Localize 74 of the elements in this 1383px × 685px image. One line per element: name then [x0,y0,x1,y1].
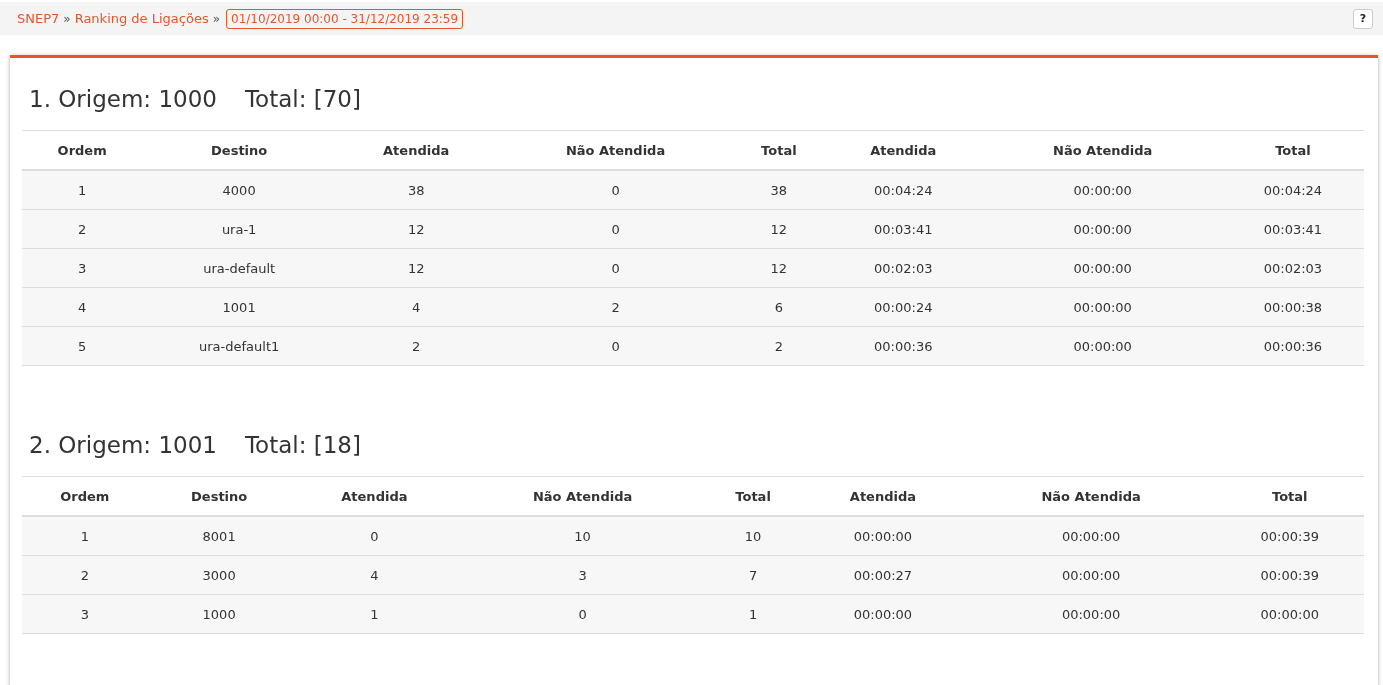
table-cell: 7 [707,555,800,595]
table-cell: ura-default [142,248,336,288]
table-cell: 00:00:00 [983,287,1222,327]
table-cell: 00:04:24 [823,170,984,210]
table-cell: 00:00:00 [983,170,1222,210]
table-cell: 1000 [147,594,291,634]
table-cell: 0 [496,248,735,288]
table-cell: 00:03:41 [1221,209,1364,249]
table-cell: 5 [22,326,143,366]
date-range-badge: 01/10/2019 00:00 - 31/12/2019 23:59 [226,8,464,29]
breadcrumb-separator: » [63,11,71,26]
table-cell: 0 [290,516,459,556]
table-cell: 00:02:03 [823,248,984,288]
table-cell: 00:00:00 [983,209,1222,249]
table-cell: 1 [290,594,459,634]
table-cell: ura-default1 [142,326,336,366]
table-cell: 00:04:24 [1221,170,1364,210]
table-cell: 1 [22,516,148,556]
table-cell: 12 [335,209,497,249]
breadcrumb-link[interactable]: SNEP7 [17,11,60,26]
table-cell: 00:00:00 [983,326,1222,366]
section-title: 1. Origem: 1000 [29,86,217,112]
table-cell: 10 [707,516,800,556]
table-cell: 00:00:39 [1215,555,1364,595]
table-cell: 0 [496,209,735,249]
table-cell: 00:00:00 [966,555,1216,595]
table-cell: 4 [335,287,497,327]
table-cell: 00:00:00 [983,248,1222,288]
help-button[interactable]: ? [1353,8,1373,29]
table-cell: ura-1 [142,209,336,249]
table-cell: 00:03:41 [823,209,984,249]
table-cell: 00:00:00 [966,516,1216,556]
table-cell: 3 [22,594,148,634]
table-cell: 2 [22,209,143,249]
table-cell: 1001 [142,287,336,327]
section-total: Total: [70] [244,86,361,112]
table-cell: 1 [22,170,143,210]
table-cell: 12 [734,209,823,249]
table-cell: 00:00:00 [966,594,1216,634]
table-cell: 2 [335,326,497,366]
section-title: 2. Origem: 1001 [29,432,217,458]
table-cell: 1 [707,594,800,634]
table-cell: 00:00:36 [823,326,984,366]
table-cell: 4000 [142,170,336,210]
table-cell: 3 [22,248,143,288]
table-cell: 2 [734,326,823,366]
section-total: Total: [18] [244,432,361,458]
table-cell: 4 [22,287,143,327]
table-cell: 8001 [147,516,291,556]
breadcrumb-link[interactable]: Ranking de Ligações [74,11,209,26]
table-cell: 2 [496,287,735,327]
table-cell: 00:00:24 [823,287,984,327]
table-cell: 38 [734,170,823,210]
table-cell: 00:00:27 [799,555,967,595]
table-cell: 10 [458,516,707,556]
table-cell: 3 [458,555,707,595]
table-cell: 3000 [147,555,291,595]
breadcrumb-separator: » [212,11,221,26]
table-cell: 6 [734,287,823,327]
table-cell: 00:00:36 [1221,326,1364,366]
table-cell: 4 [290,555,459,595]
table-cell: 0 [496,326,735,366]
table-cell: 0 [496,170,735,210]
table-cell: 00:00:38 [1221,287,1364,327]
table-cell: 00:00:00 [799,594,967,634]
table-cell: 12 [734,248,823,288]
table-cell: 12 [335,248,497,288]
table-cell: 0 [458,594,707,634]
table-cell: 00:00:00 [799,516,967,556]
table-cell: 00:00:39 [1215,516,1364,556]
table-cell: 00:02:03 [1221,248,1364,288]
table-cell: 2 [22,555,148,595]
table-cell: 00:00:00 [1215,594,1364,634]
table-cell: 38 [335,170,497,210]
